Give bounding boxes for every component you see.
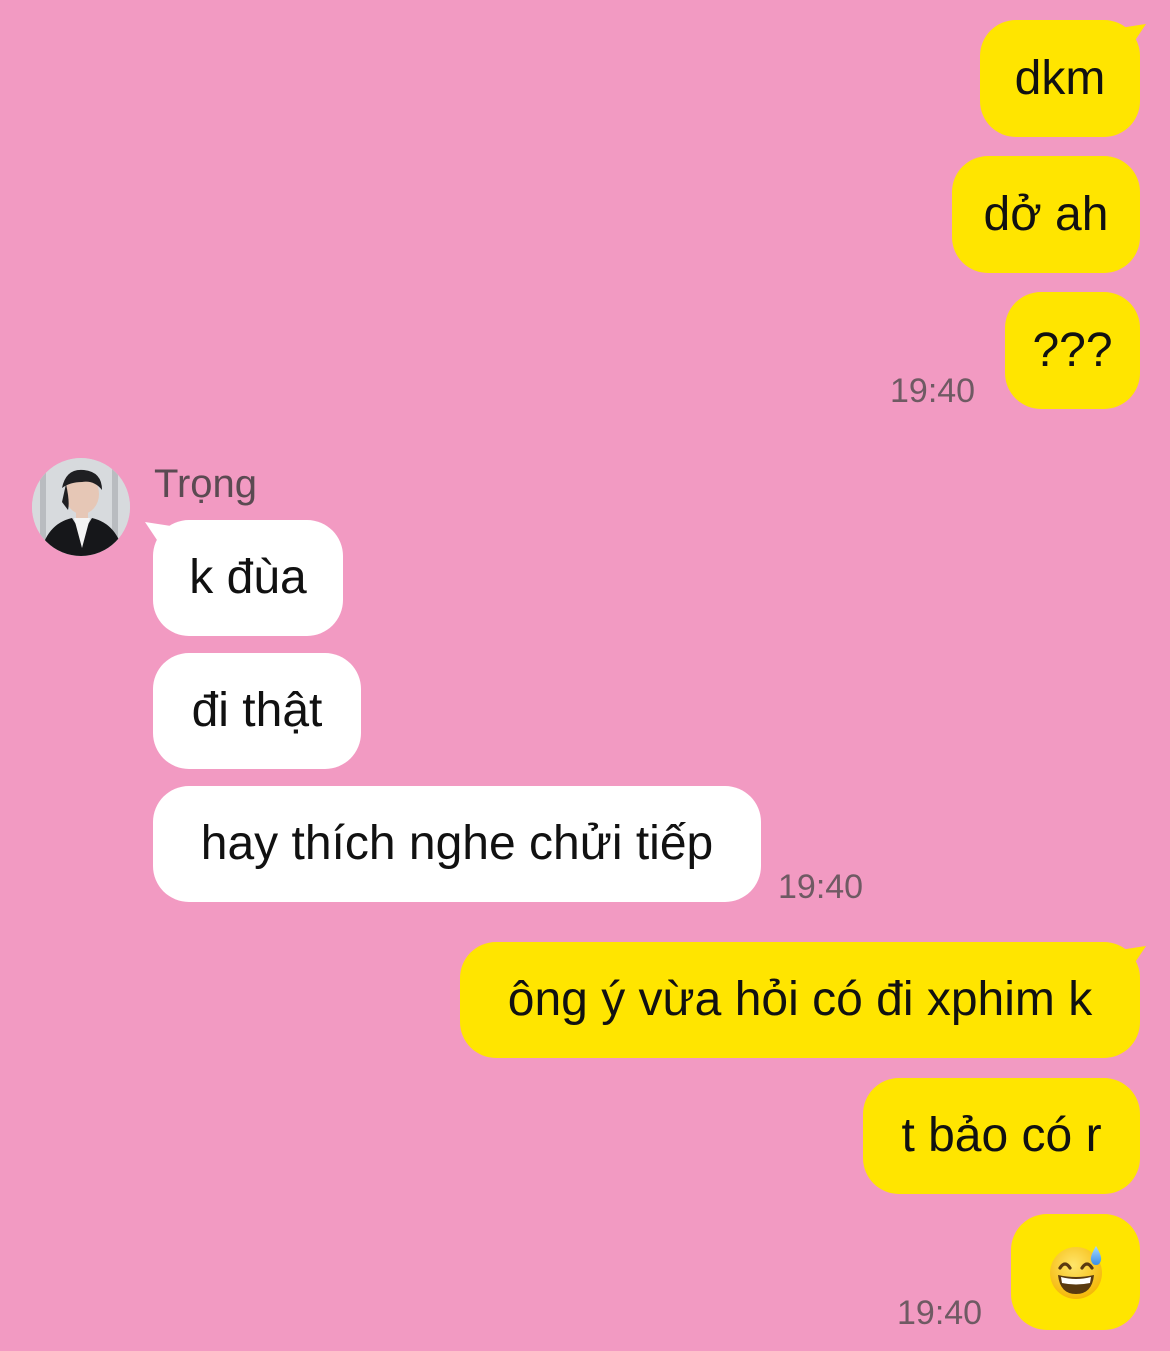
message-timestamp: 19:40 bbox=[778, 868, 864, 906]
message-timestamp: 19:40 bbox=[890, 372, 976, 410]
message-bubble-outgoing[interactable]: ông ý vừa hỏi có đi xphim k bbox=[460, 942, 1140, 1058]
message-bubble-outgoing[interactable]: t bảo có r bbox=[863, 1078, 1140, 1194]
bubble-tail bbox=[145, 522, 171, 540]
message-bubble-incoming[interactable]: đi thật bbox=[153, 653, 361, 769]
message-text: dở ah bbox=[983, 187, 1109, 241]
message-timestamp: 19:40 bbox=[897, 1294, 983, 1332]
message-bubble-outgoing[interactable] bbox=[1011, 1214, 1140, 1330]
message-bubble-outgoing[interactable]: dkm bbox=[980, 20, 1140, 137]
avatar-photo-icon bbox=[32, 458, 130, 556]
message-bubble-incoming[interactable]: hay thích nghe chửi tiếp bbox=[153, 786, 761, 902]
message-text: t bảo có r bbox=[901, 1109, 1102, 1162]
message-text: dkm bbox=[1014, 51, 1106, 105]
message-text: k đùa bbox=[189, 551, 307, 604]
message-text: ông ý vừa hỏi có đi xphim k bbox=[507, 973, 1093, 1026]
message-bubble-outgoing[interactable]: dở ah bbox=[952, 156, 1140, 273]
message-bubble-outgoing[interactable]: ??? bbox=[1005, 292, 1140, 409]
message-text: hay thích nghe chửi tiếp bbox=[200, 817, 714, 870]
contact-avatar[interactable] bbox=[32, 458, 130, 556]
sender-name: Trọng bbox=[154, 462, 258, 506]
bubble-tail bbox=[1120, 24, 1146, 42]
message-bubble-incoming[interactable]: k đùa bbox=[153, 520, 343, 636]
message-text: ??? bbox=[1032, 323, 1113, 377]
grinning-face-with-sweat-icon bbox=[1049, 1246, 1102, 1299]
bubble-tail bbox=[1120, 946, 1146, 964]
message-text: đi thật bbox=[191, 684, 323, 737]
